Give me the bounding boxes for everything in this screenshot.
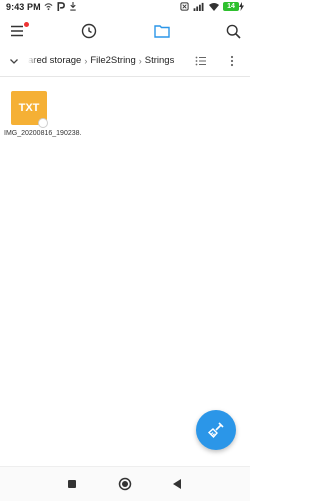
recent-tab-button[interactable] [78, 20, 100, 42]
chevron-down-icon [10, 59, 18, 64]
status-bar: 9:43 PM 14 [0, 0, 250, 16]
chevron-right-icon: › [138, 55, 142, 66]
search-icon [226, 24, 241, 39]
download-icon [70, 2, 76, 11]
notification-dot [24, 22, 29, 27]
back-button[interactable] [169, 476, 185, 492]
divider [0, 76, 250, 77]
files-tab-button[interactable] [151, 20, 173, 42]
wifi-icon [209, 3, 219, 11]
top-toolbar [0, 16, 250, 46]
vibrate-icon [180, 2, 189, 11]
parking-icon [57, 2, 65, 11]
expand-path-button[interactable] [8, 55, 20, 67]
square-icon [68, 480, 76, 488]
system-nav-bar [0, 466, 250, 501]
clean-brush-icon [207, 422, 224, 439]
home-button[interactable] [117, 476, 133, 492]
chevron-right-icon: › [84, 55, 88, 66]
triangle-back-icon [173, 479, 181, 489]
status-right-icons: 14 [180, 2, 244, 11]
more-vertical-icon [230, 55, 234, 67]
clock-icon [81, 23, 97, 39]
breadcrumb-item-file2string[interactable]: File2String [90, 55, 135, 66]
status-time: 9:43 PM [6, 2, 41, 12]
status-left-icons [44, 2, 77, 11]
battery-indicator: 14 [223, 2, 244, 11]
view-mode-button[interactable] [195, 55, 207, 67]
recents-button[interactable] [64, 476, 80, 492]
battery-level: 14 [223, 2, 239, 11]
clean-button[interactable] [196, 410, 236, 450]
breadcrumb-path: ared storage › File2String › Strings [28, 55, 174, 66]
wifi-calling-icon [44, 3, 53, 11]
file-type-label: TXT [18, 102, 40, 114]
folder-icon [154, 25, 170, 38]
search-button[interactable] [222, 20, 244, 42]
menu-button[interactable] [6, 20, 29, 42]
signal-icon [193, 2, 204, 11]
list-view-icon [195, 56, 206, 66]
file-name: IMG_20200816_190238. [4, 130, 82, 137]
breadcrumb-fade [28, 50, 38, 72]
circle-icon [118, 477, 132, 491]
more-options-button[interactable] [227, 55, 237, 67]
file-item[interactable]: TXT IMG_20200816_190238. [4, 90, 82, 146]
charging-bolt-icon [239, 2, 244, 11]
menu-icon [11, 25, 23, 37]
breadcrumb-item-strings[interactable]: Strings [145, 55, 175, 66]
select-checkbox[interactable] [38, 118, 48, 128]
